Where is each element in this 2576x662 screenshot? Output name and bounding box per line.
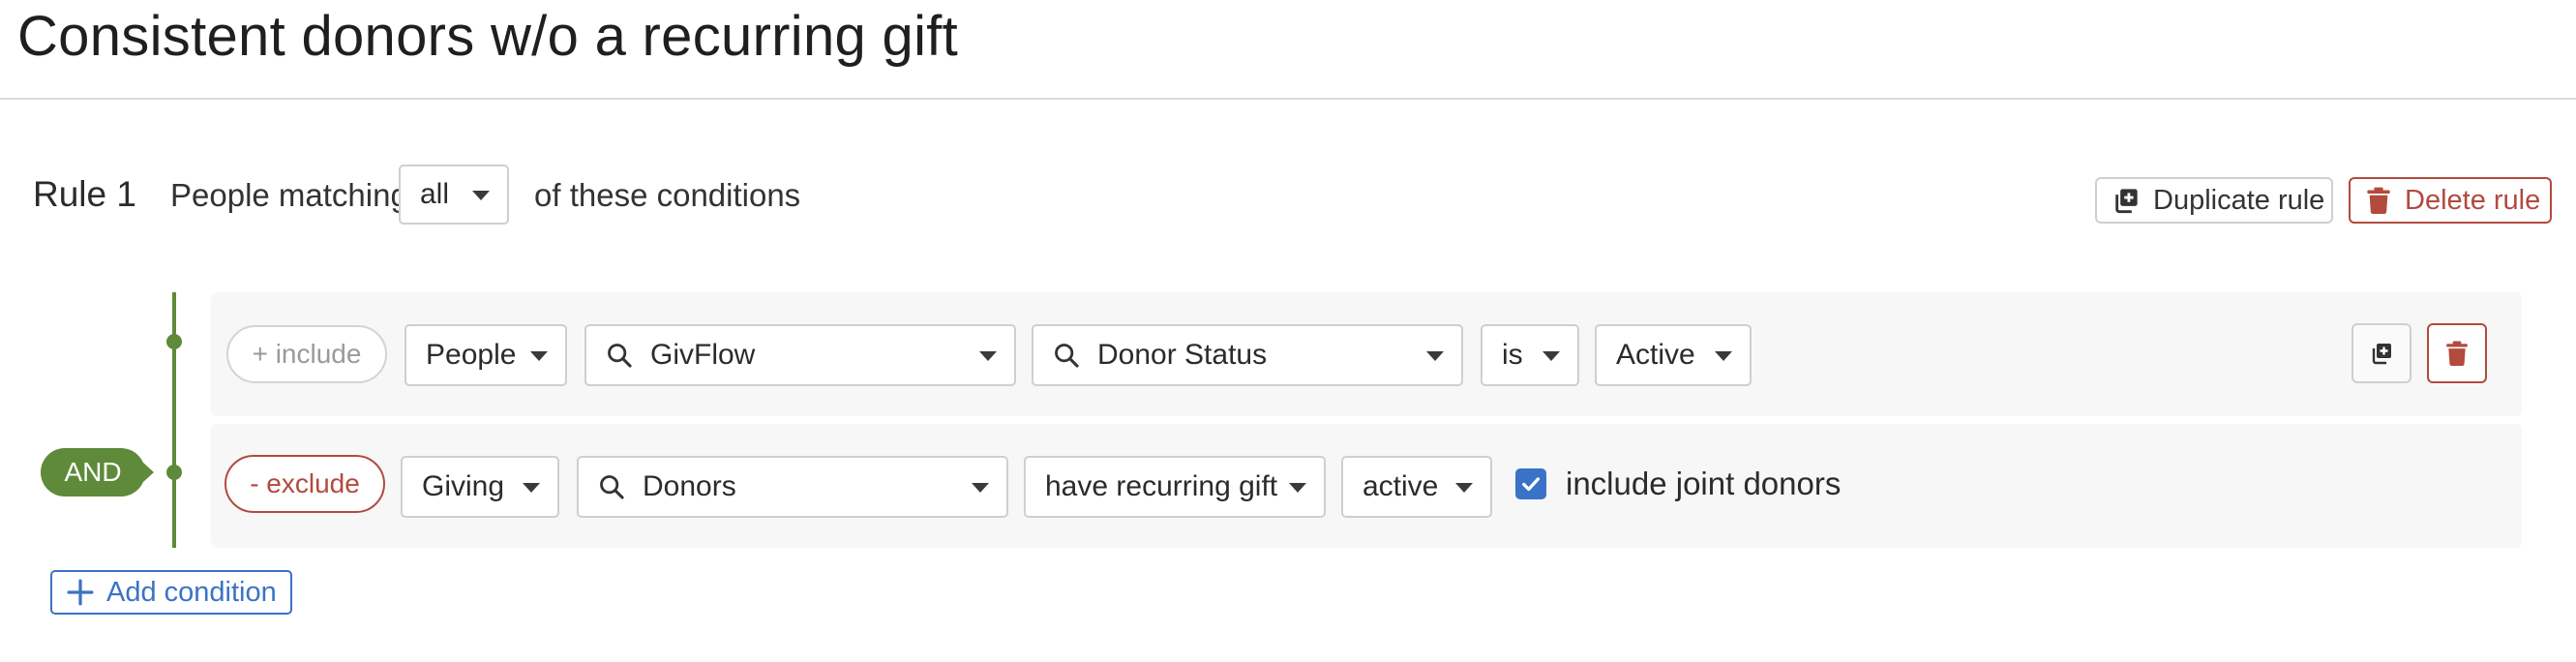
category-select-value: Giving (422, 470, 505, 502)
include-toggle[interactable]: + include (226, 325, 387, 383)
duplicate-icon (2115, 189, 2138, 214)
search-icon (1055, 344, 1079, 368)
field-select[interactable]: have recurring gift (1024, 456, 1326, 518)
field-select-value: have recurring gift (1045, 470, 1278, 502)
and-badge-arrow (143, 463, 154, 482)
connector-dot-2 (166, 465, 182, 480)
delete-condition-button[interactable] (2427, 323, 2487, 383)
and-connector-badge[interactable]: AND (41, 448, 145, 496)
check-icon (1522, 477, 1540, 492)
caret-down-icon (1455, 483, 1473, 493)
add-condition-label: Add condition (106, 576, 277, 608)
caret-down-icon (979, 351, 997, 361)
caret-down-icon (530, 351, 548, 361)
source-select[interactable]: Donors (577, 456, 1008, 518)
source-select-value: GivFlow (650, 339, 756, 371)
condition-row-1: + include People GivFlow Donor Status is… (211, 292, 2522, 416)
matching-prefix: People matching (170, 177, 408, 213)
search-icon (608, 344, 632, 368)
connector-line (172, 292, 176, 548)
rule-header: Rule 1 People matching all of these cond… (0, 165, 2576, 232)
duplicate-condition-button[interactable] (2351, 323, 2411, 383)
duplicate-rule-label: Duplicate rule (2153, 184, 2325, 216)
caret-down-icon (1289, 483, 1306, 493)
value-select[interactable]: active (1341, 456, 1492, 518)
field-select[interactable]: Donor Status (1032, 324, 1463, 386)
delete-rule-button[interactable]: Delete rule (2349, 177, 2552, 224)
source-select-value: Donors (643, 470, 736, 502)
trash-icon (2446, 341, 2468, 366)
caret-down-icon (1426, 351, 1444, 361)
caret-down-icon (523, 483, 540, 493)
page-title: Consistent donors w/o a recurring gift (17, 5, 959, 68)
include-joint-donors-checkbox[interactable] (1515, 468, 1546, 499)
rule-title: Rule 1 (33, 174, 136, 214)
caret-down-icon (472, 191, 490, 200)
condition-row-2: - exclude Giving Donors have recurring g… (211, 424, 2522, 548)
matching-select[interactable]: all (399, 165, 509, 225)
operator-select-value: is (1502, 339, 1523, 371)
category-select-value: People (426, 339, 517, 371)
value-select-value: active (1363, 470, 1439, 502)
caret-down-icon (972, 483, 989, 493)
exclude-toggle[interactable]: - exclude (225, 455, 385, 513)
duplicate-icon (2372, 344, 2391, 365)
operator-select[interactable]: is (1481, 324, 1579, 386)
category-select[interactable]: Giving (401, 456, 559, 518)
header-divider (0, 98, 2576, 100)
add-condition-button[interactable]: Add condition (50, 570, 292, 615)
trash-icon (2367, 187, 2390, 214)
category-select[interactable]: People (404, 324, 567, 386)
caret-down-icon (1715, 351, 1732, 361)
include-joint-donors-label: include joint donors (1566, 466, 1842, 501)
plus-icon (67, 579, 94, 606)
matching-select-value: all (420, 178, 450, 210)
delete-rule-label: Delete rule (2405, 184, 2541, 216)
value-select-value: Active (1616, 339, 1695, 371)
caret-down-icon (1543, 351, 1560, 361)
source-select[interactable]: GivFlow (584, 324, 1016, 386)
search-icon (600, 475, 624, 499)
matching-suffix: of these conditions (534, 177, 801, 213)
field-select-value: Donor Status (1097, 339, 1268, 371)
connector-dot-1 (166, 334, 182, 349)
value-select[interactable]: Active (1595, 324, 1752, 386)
duplicate-rule-button[interactable]: Duplicate rule (2095, 177, 2333, 224)
